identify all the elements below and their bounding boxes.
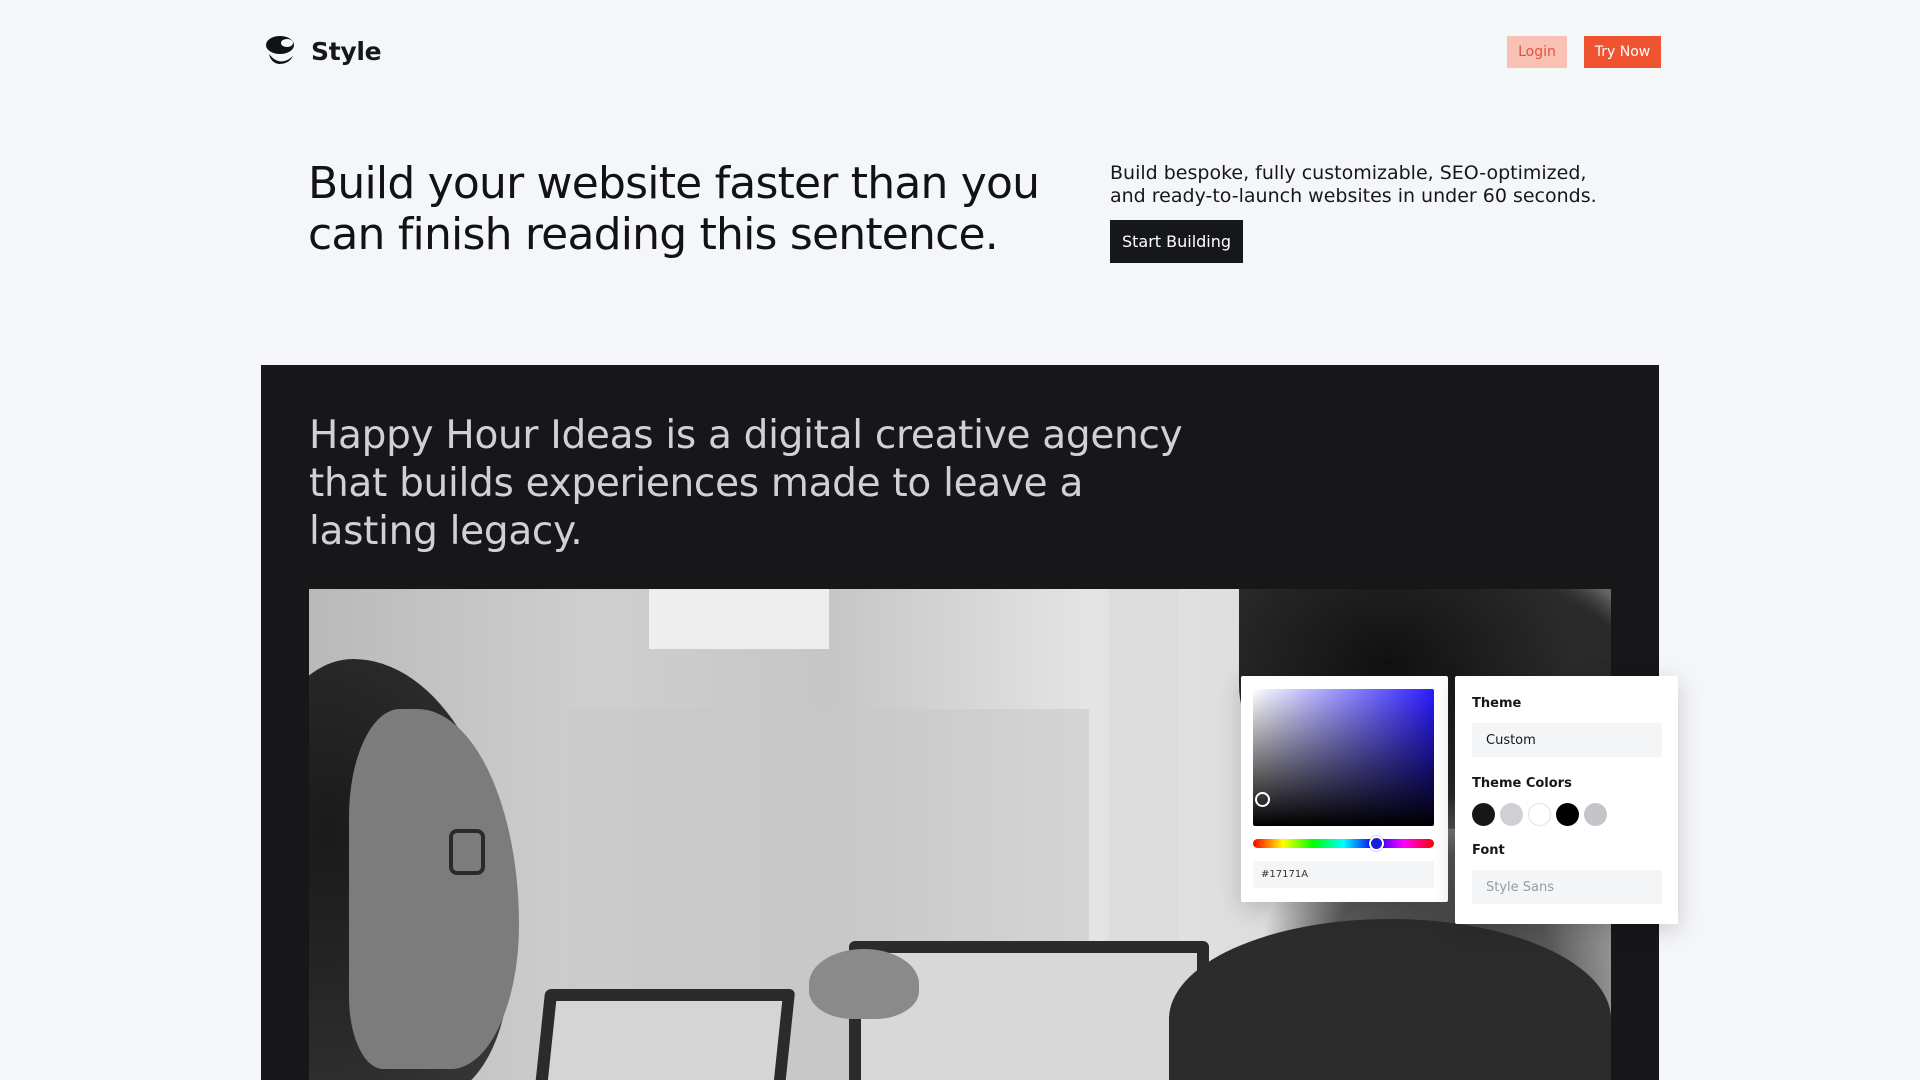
start-building-button[interactable]: Start Building <box>1110 220 1243 263</box>
photo-glasses <box>449 829 485 875</box>
preview-headline: Happy Hour Ideas is a digital creative a… <box>309 413 1183 554</box>
style-logo-icon <box>266 36 294 64</box>
color-picker-popover: #17171A <box>1241 676 1448 902</box>
theme-colors-label: Theme Colors <box>1472 776 1572 791</box>
photo-person-left-face <box>349 709 519 1069</box>
theme-color-swatches <box>1472 803 1607 826</box>
color-swatch[interactable] <box>1584 803 1607 826</box>
color-swatch[interactable] <box>1472 803 1495 826</box>
website-preview-panel: Happy Hour Ideas is a digital creative a… <box>261 365 1659 1080</box>
photo-window <box>649 589 829 649</box>
photo-laptop-left-screen <box>545 1001 783 1080</box>
theme-select[interactable]: Custom <box>1472 723 1662 757</box>
font-label: Font <box>1472 843 1505 858</box>
hue-slider[interactable] <box>1253 839 1434 848</box>
photo-hand <box>809 949 919 1019</box>
color-swatch[interactable] <box>1500 803 1523 826</box>
font-select[interactable]: Style Sans <box>1472 870 1662 904</box>
hero-description: Build bespoke, fully customizable, SEO-o… <box>1110 162 1597 207</box>
login-button[interactable]: Login <box>1507 36 1567 68</box>
theme-label: Theme <box>1472 696 1522 711</box>
brand-logo[interactable]: Style <box>263 34 382 68</box>
theme-settings-panel: Theme Custom Theme Colors Font Style San… <box>1455 676 1678 924</box>
hue-slider-thumb[interactable] <box>1369 836 1384 851</box>
saturation-handle[interactable] <box>1255 792 1270 807</box>
color-swatch[interactable] <box>1556 803 1579 826</box>
try-now-button[interactable]: Try Now <box>1584 36 1661 68</box>
photo-person-right-body <box>1169 919 1611 1080</box>
hero-title: Build your website faster than you can f… <box>308 158 1040 260</box>
brand-name: Style <box>311 36 382 66</box>
color-swatch[interactable] <box>1528 803 1551 826</box>
saturation-value-area[interactable] <box>1253 689 1434 826</box>
hex-input[interactable]: #17171A <box>1253 861 1434 888</box>
